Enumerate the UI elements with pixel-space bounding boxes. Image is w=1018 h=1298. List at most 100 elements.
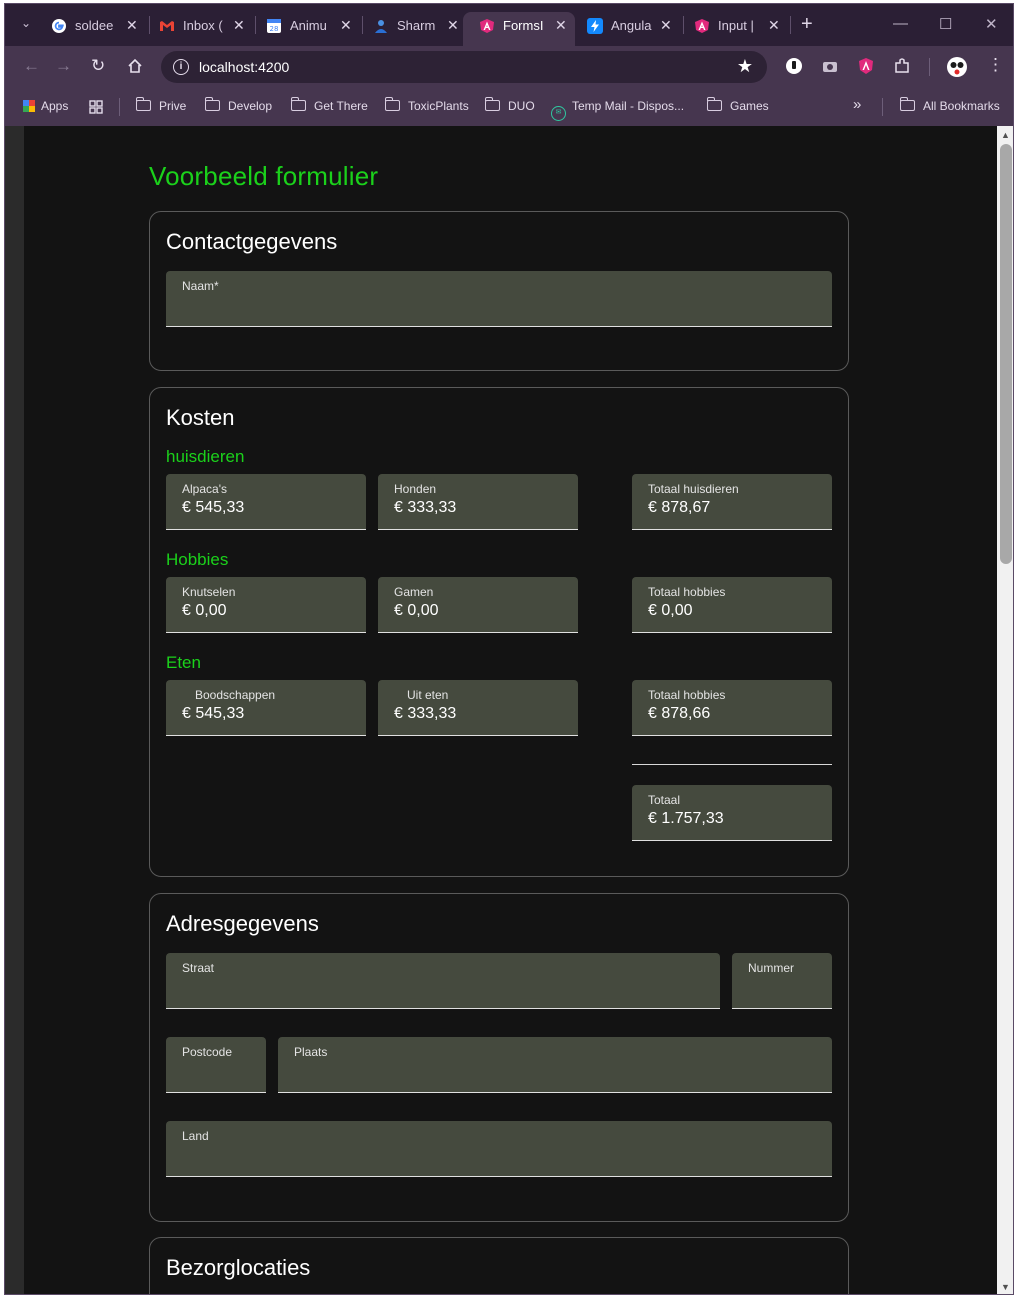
field-value[interactable]: € 333,33 — [394, 499, 456, 517]
tab-search-icon[interactable]: ⌄ — [21, 16, 31, 30]
reload-icon[interactable]: ↻ — [91, 56, 105, 76]
scroll-up-arrow-icon[interactable]: ▲ — [1001, 130, 1010, 140]
bookmark-folder-toxicplants[interactable]: ToxicPlants — [384, 97, 469, 113]
profile-avatar[interactable] — [946, 56, 968, 78]
bookmark-apps[interactable]: Apps — [23, 99, 68, 113]
folder-icon — [204, 97, 220, 111]
extensions-icon[interactable] — [893, 57, 911, 75]
alpacas-field[interactable]: Alpaca's € 545,33 — [166, 474, 366, 530]
field-value[interactable]: € 0,00 — [182, 602, 226, 620]
site-info-icon[interactable]: i — [173, 59, 189, 75]
uit-eten-field[interactable]: Uit eten € 333,33 — [378, 680, 578, 736]
adres-heading: Adresgegevens — [166, 911, 319, 936]
field-label: Plaats — [294, 1045, 328, 1059]
bezorg-card: Bezorglocaties — [149, 1237, 849, 1294]
bookmark-star-icon[interactable]: ★ — [737, 56, 753, 77]
address-url[interactable]: localhost:4200 — [199, 59, 289, 75]
bookmark-folder-games[interactable]: Games — [706, 97, 769, 113]
tab-close-icon[interactable]: ✕ — [660, 17, 672, 34]
page-content: Voorbeeld formulier Contactgegevens Naam… — [24, 126, 997, 1294]
tab-5[interactable]: Angula ✕ — [571, 12, 681, 46]
tab-close-icon[interactable]: ✕ — [126, 17, 138, 34]
kosten-card: Kosten huisdieren Alpaca's € 545,33 Hond… — [149, 387, 849, 877]
bookmark-folder-develop[interactable]: Develop — [204, 97, 272, 113]
straat-field[interactable]: Straat — [166, 953, 720, 1009]
browser-toolbar: ← → ↻ i localhost:4200 ★ ⋮ — [5, 46, 1013, 88]
grand-total-field: Totaal € 1.757,33 — [632, 785, 832, 841]
honden-field[interactable]: Honden € 333,33 — [378, 474, 578, 530]
field-label: Totaal huisdieren — [648, 482, 739, 496]
tab-2[interactable]: 28 Animu ✕ — [250, 12, 360, 46]
total-divider — [632, 764, 832, 765]
field-label: Straat — [182, 961, 215, 975]
tab-close-icon[interactable]: ✕ — [555, 17, 567, 34]
home-icon[interactable] — [127, 58, 143, 74]
boodschappen-field[interactable]: Boodschappen € 545,33 — [166, 680, 366, 736]
name-field[interactable]: Naam* — [166, 271, 832, 327]
field-label: Knutselen — [182, 585, 236, 599]
all-bookmarks[interactable]: All Bookmarks — [899, 97, 1000, 113]
group-title-huisdieren: huisdieren — [166, 447, 245, 466]
tab-6[interactable]: Input | ✕ — [678, 12, 788, 46]
address-bar[interactable]: i localhost:4200 ★ — [161, 51, 767, 83]
tab-strip: ⌄ soldee ✕ Inbox ( ✕ 28 Animu ✕ Sharm ✕ … — [5, 4, 1013, 46]
tab-title: Inbox ( — [183, 18, 223, 33]
forward-icon[interactable]: → — [55, 56, 72, 76]
back-icon[interactable]: ← — [23, 56, 40, 76]
tab-4-active[interactable]: FormsI ✕ — [463, 12, 575, 46]
field-value[interactable]: € 545,33 — [182, 499, 244, 517]
bookmark-folder-prive[interactable]: Prive — [135, 97, 186, 113]
bookmark-label: Apps — [41, 99, 69, 113]
minimize-icon[interactable]: — — [893, 15, 908, 32]
tab-close-icon[interactable]: ✕ — [768, 17, 780, 34]
field-label: Uit eten — [407, 688, 449, 702]
password-manager-icon[interactable] — [785, 57, 803, 75]
scrollbar-thumb[interactable] — [1000, 144, 1012, 564]
field-value[interactable]: € 545,33 — [182, 705, 244, 723]
gamen-field[interactable]: Gamen € 0,00 — [378, 577, 578, 633]
postcode-field[interactable]: Postcode — [166, 1037, 266, 1093]
maximize-icon[interactable]: ☐ — [939, 15, 952, 33]
new-tab-button[interactable]: + — [801, 13, 813, 36]
gmail-icon — [160, 21, 174, 31]
nummer-field[interactable]: Nummer — [732, 953, 832, 1009]
google-icon — [52, 19, 66, 33]
field-value[interactable]: € 333,33 — [394, 705, 456, 723]
svg-text:28: 28 — [270, 25, 279, 33]
tab-1[interactable]: Inbox ( ✕ — [143, 12, 253, 46]
knutselen-field[interactable]: Knutselen € 0,00 — [166, 577, 366, 633]
page-scrollbar[interactable]: ▲ ▼ — [997, 126, 1013, 1294]
bookmark-temp-mail[interactable]: ✉ Temp Mail - Dispos... — [551, 99, 684, 121]
scroll-down-arrow-icon[interactable]: ▼ — [1001, 1282, 1010, 1292]
bookmark-label: Get There — [314, 99, 368, 113]
tab-3[interactable]: Sharm ✕ — [357, 12, 467, 46]
land-field[interactable]: Land — [166, 1121, 832, 1177]
tab-0[interactable]: soldee ✕ — [35, 12, 145, 46]
field-label: Nummer — [748, 961, 795, 975]
angular-devtools-icon[interactable] — [857, 57, 875, 75]
close-window-icon[interactable]: ✕ — [985, 15, 998, 33]
bookmark-folder-get-there[interactable]: Get There — [290, 97, 368, 113]
tab-title: soldee — [75, 18, 114, 33]
bookmark-label: Games — [730, 99, 769, 113]
more-bookmarks-chevron-icon[interactable]: » — [853, 96, 861, 113]
tab-close-icon[interactable]: ✕ — [447, 17, 459, 34]
plaats-field[interactable]: Plaats — [278, 1037, 832, 1093]
field-label: Totaal hobbies — [648, 688, 726, 702]
folder-icon — [899, 97, 915, 111]
field-label: Land — [182, 1129, 209, 1143]
tab-groups-icon[interactable] — [89, 100, 103, 114]
tab-separator — [790, 16, 791, 34]
menu-kebab-icon[interactable]: ⋮ — [987, 55, 1004, 75]
stackblitz-icon — [587, 18, 603, 34]
tab-close-icon[interactable]: ✕ — [233, 17, 245, 34]
field-label: Totaal hobbies — [648, 585, 726, 599]
field-value: € 878,67 — [648, 499, 711, 516]
totaal-hobbies-field: Totaal hobbies € 0,00 — [632, 577, 832, 633]
bookmark-separator — [119, 98, 120, 116]
bookmarks-bar: Apps Prive Develop Get There ToxicPlants… — [5, 88, 1013, 126]
field-value[interactable]: € 0,00 — [394, 602, 438, 620]
camera-icon[interactable] — [821, 57, 839, 75]
tab-close-icon[interactable]: ✕ — [340, 17, 352, 34]
bookmark-folder-duo[interactable]: DUO — [484, 97, 535, 113]
